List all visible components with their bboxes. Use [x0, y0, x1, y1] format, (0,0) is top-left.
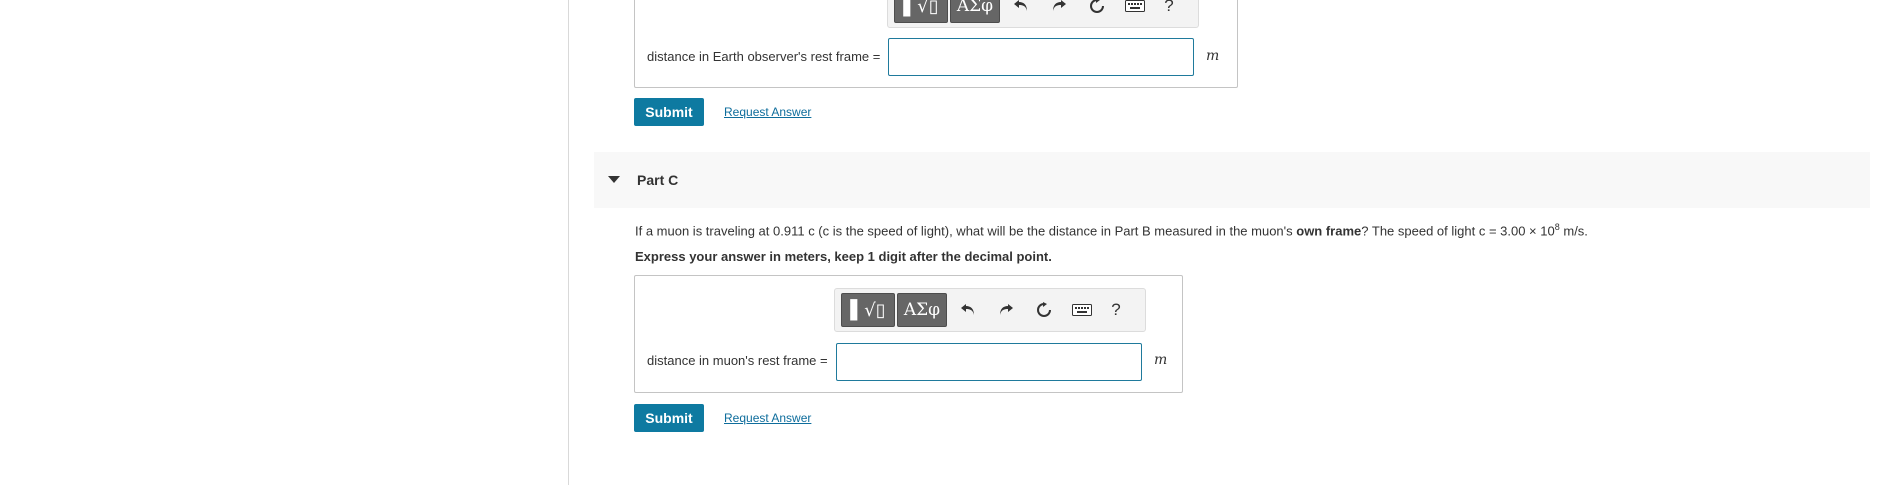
part-b-unit: m [1206, 48, 1220, 64]
help-button[interactable]: ? [1101, 300, 1131, 320]
reset-icon[interactable] [1025, 293, 1063, 327]
collapse-caret-icon[interactable] [608, 176, 620, 183]
part-c-question: If a muon is traveling at 0.911 c (c is … [635, 222, 1588, 239]
part-c-unit: m [1154, 352, 1168, 368]
part-b-math-toolbar: ▌√▯ ΑΣφ ? [887, 0, 1199, 28]
part-c-answer-input[interactable] [836, 343, 1142, 381]
undo-icon[interactable] [1002, 0, 1040, 23]
part-c-submit-button[interactable]: Submit [634, 404, 704, 432]
reset-icon[interactable] [1078, 0, 1116, 23]
redo-icon[interactable] [987, 293, 1025, 327]
templates-button[interactable]: ▌√▯ [894, 0, 948, 23]
part-c-instruction: Express your answer in meters, keep 1 di… [635, 249, 1052, 264]
symbols-button[interactable]: ΑΣφ [897, 293, 947, 327]
content-left-border [568, 0, 569, 485]
part-c-title: Part C [637, 172, 679, 188]
part-b-field-label: distance in Earth observer's rest frame … [647, 49, 881, 64]
part-b-answer-input[interactable] [888, 38, 1194, 76]
part-c-field-label: distance in muon's rest frame = [647, 353, 828, 368]
part-c-request-answer-link[interactable]: Request Answer [724, 411, 811, 425]
keyboard-icon[interactable] [1116, 0, 1154, 23]
undo-icon[interactable] [949, 293, 987, 327]
templates-button[interactable]: ▌√▯ [841, 293, 895, 327]
help-button[interactable]: ? [1154, 0, 1184, 16]
redo-icon[interactable] [1040, 0, 1078, 23]
keyboard-icon[interactable] [1063, 293, 1101, 327]
part-b-submit-button[interactable]: Submit [634, 98, 704, 126]
symbols-button[interactable]: ΑΣφ [950, 0, 1000, 23]
part-b-request-answer-link[interactable]: Request Answer [724, 105, 811, 119]
part-c-header[interactable]: Part C [594, 152, 1870, 208]
part-c-math-toolbar: ▌√▯ ΑΣφ ? [834, 288, 1146, 332]
